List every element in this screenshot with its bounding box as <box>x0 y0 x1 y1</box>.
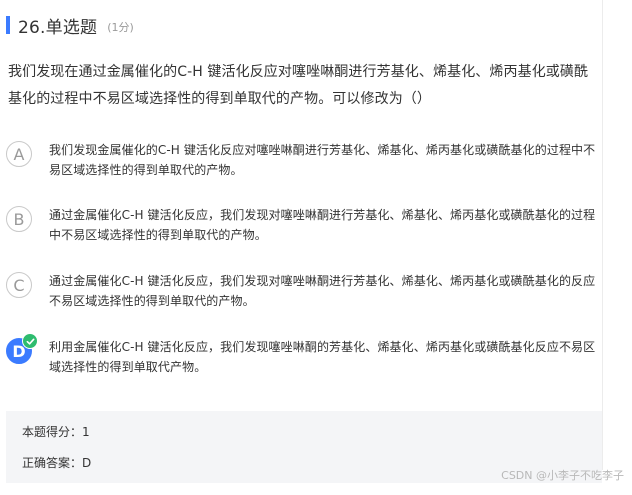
accent-bar <box>6 16 10 34</box>
question-title: 26.单选题 <box>18 17 98 38</box>
quiz-page: 26.单选题 (1分) 我们发现在通过金属催化的C-H 键活化反应对噻唑啉酮进行… <box>0 0 632 495</box>
option-a-marker[interactable]: A <box>6 141 32 167</box>
option-d[interactable]: D 利用金属催化C-H 键活化反应，我们发现噻唑啉酮的芳基化、烯基化、烯丙基化或… <box>6 333 602 377</box>
option-c-marker[interactable]: C <box>6 272 32 298</box>
question-header: 26.单选题 (1分) <box>6 14 134 38</box>
question-score: (1分) <box>107 20 134 34</box>
option-d-text: 利用金属催化C-H 键活化反应，我们发现噻唑啉酮的芳基化、烯基化、烯丙基化或磺酰… <box>49 340 596 374</box>
option-c[interactable]: C 通过金属催化C-H 键活化反应，我们发现对噻唑啉酮进行芳基化、烯基化、烯丙基… <box>6 271 602 311</box>
question-card: 26.单选题 (1分) 我们发现在通过金属催化的C-H 键活化反应对噻唑啉酮进行… <box>0 0 603 483</box>
correct-answer: 正确答案：D <box>22 456 92 470</box>
watermark: CSDN @小李子不吃李子 <box>501 469 624 482</box>
check-icon <box>22 333 38 349</box>
option-d-marker[interactable]: D <box>6 333 38 364</box>
option-b-marker[interactable]: B <box>6 206 32 232</box>
option-a-text: 我们发现金属催化的C-H 键活化反应对噻唑啉酮进行芳基化、烯基化、烯丙基化或磺酰… <box>49 143 596 177</box>
question-stem: 我们发现在通过金属催化的C-H 键活化反应对噻唑啉酮进行芳基化、烯基化、烯丙基化… <box>8 64 589 107</box>
option-c-text: 通过金属催化C-H 键活化反应，我们发现对噻唑啉酮进行芳基化、烯基化、烯丙基化或… <box>49 274 596 308</box>
option-b[interactable]: B 通过金属催化C-H 键活化反应，我们发现对噻唑啉酮进行芳基化、烯基化、烯丙基… <box>6 205 602 245</box>
option-a[interactable]: A 我们发现金属催化的C-H 键活化反应对噻唑啉酮进行芳基化、烯基化、烯丙基化或… <box>6 140 602 180</box>
option-b-text: 通过金属催化C-H 键活化反应，我们发现对噻唑啉酮进行芳基化、烯基化、烯丙基化或… <box>49 208 596 242</box>
score-result: 本题得分：1 <box>22 425 90 439</box>
